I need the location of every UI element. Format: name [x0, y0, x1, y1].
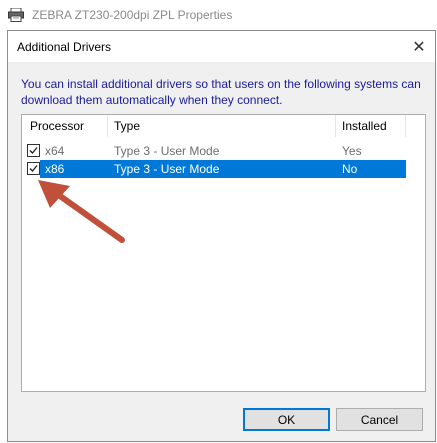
column-divider[interactable]: [405, 115, 406, 137]
parent-window-titlebar: ZEBRA ZT230-200dpi ZPL Properties: [0, 0, 437, 30]
column-header-type[interactable]: Type: [114, 119, 140, 135]
column-header-processor[interactable]: Processor: [30, 119, 84, 135]
cell-installed: Yes: [342, 144, 362, 158]
cell-processor: x64: [45, 144, 65, 158]
column-header-installed[interactable]: Installed: [342, 119, 387, 135]
cell-installed: No: [342, 162, 358, 176]
annotation-arrow-icon: [38, 180, 125, 243]
close-button[interactable]: ✕: [403, 31, 435, 62]
close-icon: ✕: [412, 38, 426, 56]
cell-type: Type 3 - User Mode: [114, 144, 220, 158]
drivers-list[interactable]: Processor Type Installed x64 Type 3 - Us…: [21, 114, 426, 392]
printer-icon: [8, 8, 24, 22]
dialog-description: You can install additional drivers so th…: [21, 77, 421, 107]
checkbox-x64[interactable]: [27, 144, 40, 157]
column-divider[interactable]: [107, 115, 108, 137]
column-divider[interactable]: [335, 115, 336, 137]
list-header: Processor Type Installed: [22, 115, 425, 137]
parent-window-title: ZEBRA ZT230-200dpi ZPL Properties: [32, 8, 233, 22]
checkmark-icon: [29, 147, 38, 154]
table-row-x64[interactable]: x64 Type 3 - User Mode Yes: [22, 142, 425, 160]
dialog-title: Additional Drivers: [17, 39, 112, 54]
ok-button[interactable]: OK: [243, 408, 330, 431]
cancel-button[interactable]: Cancel: [336, 408, 423, 431]
dialog-titlebar: Additional Drivers ✕: [8, 31, 435, 62]
